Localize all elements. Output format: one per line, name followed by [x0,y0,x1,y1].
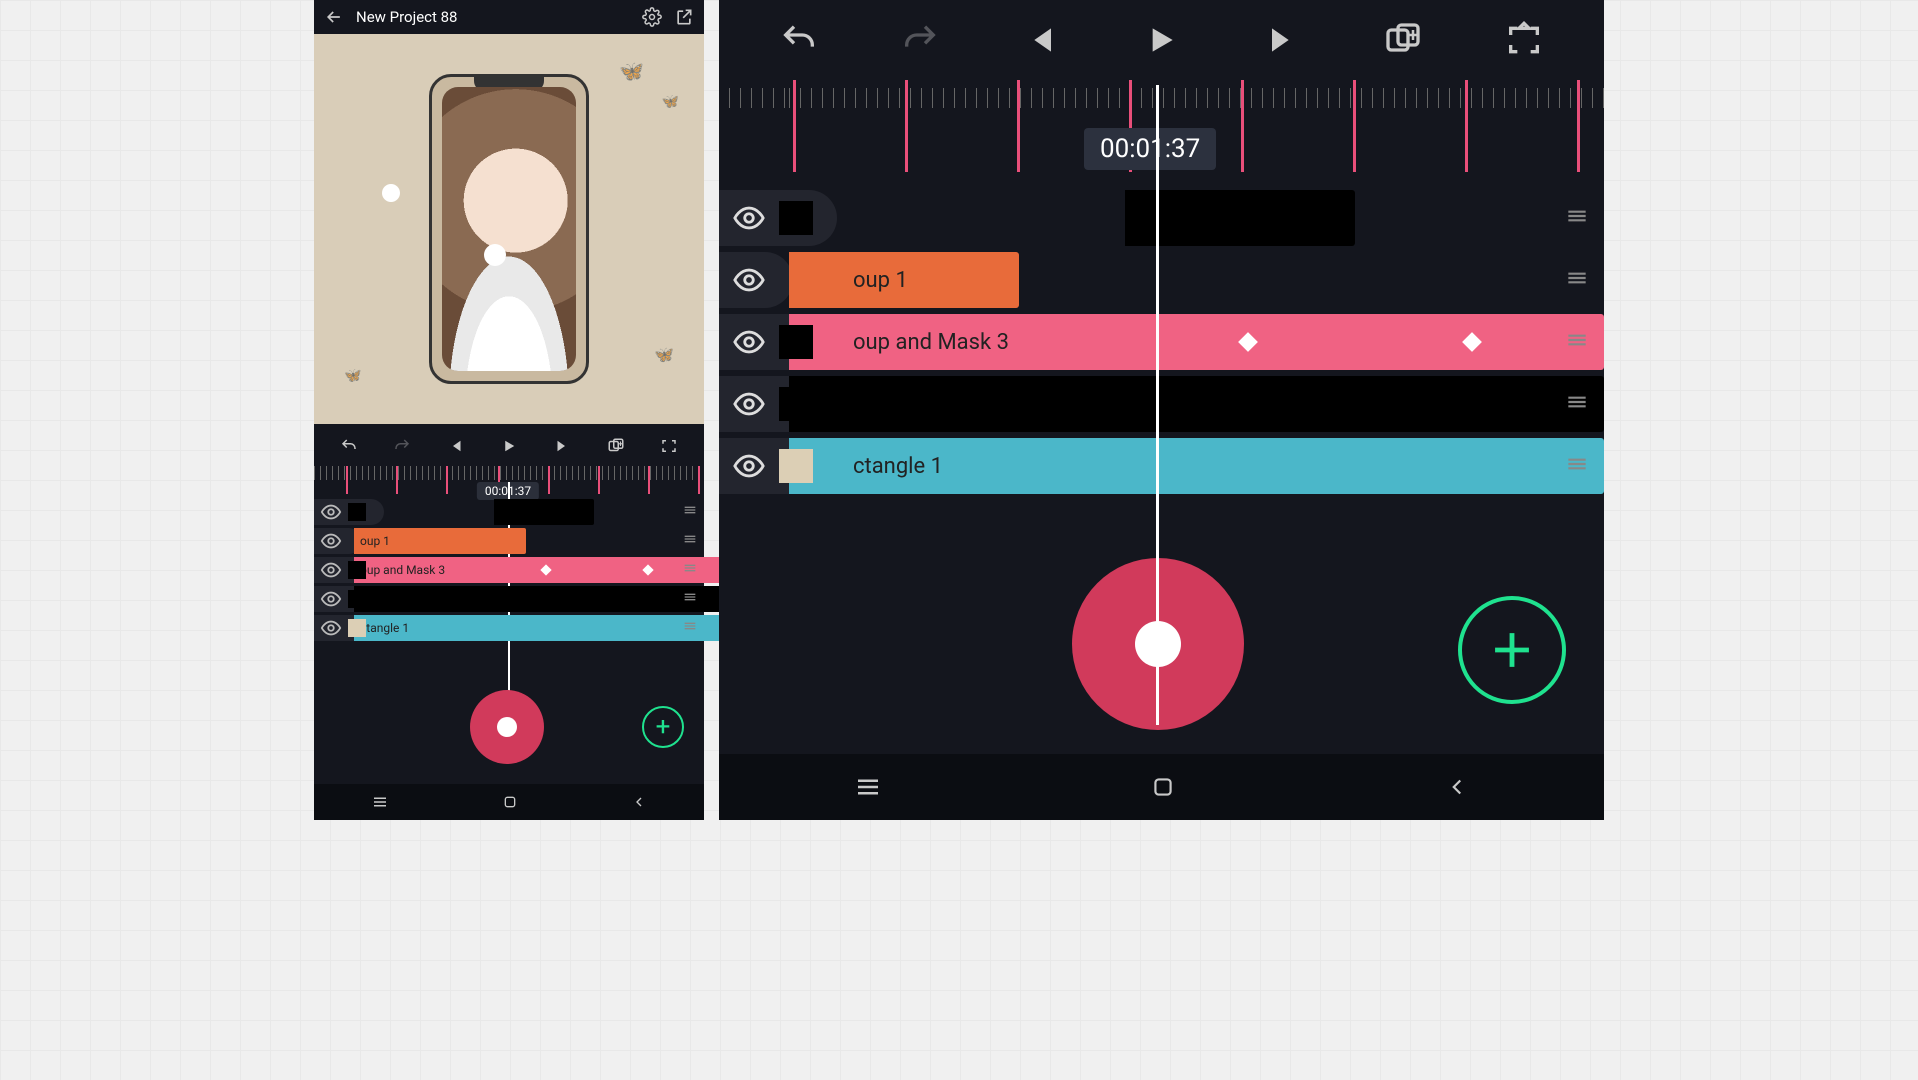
drag-handle-icon[interactable] [1564,389,1590,420]
butterfly-icon: 🦋 [344,368,361,384]
play-icon[interactable] [500,437,518,455]
visibility-eye-icon[interactable] [314,617,348,639]
nav-home-icon[interactable] [502,794,518,810]
preview-canvas[interactable]: 🦋 🦋 🦋 🦋 [314,34,704,424]
track-row[interactable] [314,499,704,525]
nav-back-icon[interactable] [631,794,647,810]
drag-handle-icon[interactable] [682,502,698,522]
track-label: ctangle 1 [799,454,943,479]
track-row[interactable]: oup 1 [719,252,1604,308]
export-icon[interactable] [674,7,694,27]
drag-handle-icon[interactable] [682,531,698,551]
track-clip[interactable] [789,376,1604,432]
track-label: oup and Mask 3 [799,330,1009,355]
visibility-eye-icon[interactable] [314,559,348,581]
playhead[interactable] [1156,85,1159,725]
drag-handle-icon[interactable] [682,618,698,638]
add-frame-icon[interactable] [607,437,625,455]
fullscreen-icon[interactable] [1504,20,1544,60]
visibility-eye-icon[interactable] [719,201,779,235]
track-swatch [779,325,813,359]
track-swatch [779,387,813,421]
track-swatch [779,201,813,235]
particle-dot [484,244,506,266]
redo-icon[interactable] [393,437,411,455]
nav-back-icon[interactable] [1444,774,1470,800]
visibility-eye-icon[interactable] [314,501,348,523]
visibility-eye-icon[interactable] [719,325,779,359]
track-clip[interactable]: ctangle 1 [789,438,1604,494]
redo-icon[interactable] [900,20,940,60]
drag-handle-icon[interactable] [1564,265,1590,296]
track-clip[interactable]: oup 1 [789,252,1019,308]
nav-menu-icon[interactable] [371,793,389,811]
skip-end-icon[interactable] [553,437,571,455]
track-label: oup 1 [799,268,908,293]
phone-frame [429,74,589,384]
add-layer-button[interactable] [1458,596,1566,704]
timeline-small: 00:01:37 oup 1oup and Mask 3ctangle 1 + [314,424,704,784]
track-clip[interactable] [494,499,594,525]
track-row[interactable]: ctangle 1 [719,438,1604,494]
undo-icon[interactable] [779,20,819,60]
drag-handle-icon[interactable] [682,560,698,580]
visibility-eye-icon[interactable] [719,449,779,483]
track-swatch [348,561,366,579]
add-frame-icon[interactable] [1383,20,1423,60]
topbar: New Project 88 [314,0,704,34]
fullscreen-icon[interactable] [660,437,678,455]
track-row[interactable] [719,376,1604,432]
drag-handle-icon[interactable] [682,589,698,609]
track-label: ctangle 1 [360,621,409,635]
track-clip[interactable]: oup 1 [354,528,526,554]
project-title: New Project 88 [356,8,457,26]
track-swatch [348,619,366,637]
track-row[interactable] [719,190,1604,246]
track-row[interactable]: oup and Mask 3 [314,557,704,583]
track-label: oup and Mask 3 [360,563,445,577]
track-swatch [348,590,366,608]
butterfly-icon: 🦋 [619,59,644,83]
settings-icon[interactable] [642,7,662,27]
right-panel: 00:01:37 oup 1 oup and Mask 3 ctangle 1 [719,0,1604,820]
drag-handle-icon[interactable] [1564,327,1590,358]
add-layer-button[interactable]: + [642,706,684,748]
record-button[interactable] [470,690,544,764]
time-indicator: 00:01:37 [1084,128,1216,170]
visibility-eye-icon[interactable] [314,530,348,552]
particle-dot [382,184,400,202]
visibility-eye-icon[interactable] [314,588,348,610]
skip-start-icon[interactable] [447,437,465,455]
back-icon[interactable] [324,7,344,27]
drag-handle-icon[interactable] [1564,203,1590,234]
track-label: oup 1 [360,534,390,548]
track-row[interactable]: ctangle 1 [314,615,704,641]
nav-menu-icon[interactable] [853,772,883,802]
play-icon[interactable] [1141,20,1181,60]
visibility-eye-icon[interactable] [719,387,779,421]
left-panel: New Project 88 🦋 🦋 🦋 🦋 [314,0,704,820]
track-row[interactable]: oup and Mask 3 [719,314,1604,370]
android-nav [719,754,1604,820]
track-row[interactable]: oup 1 [314,528,704,554]
skip-start-icon[interactable] [1021,20,1061,60]
butterfly-icon: 🦋 [654,345,674,364]
track-swatch [779,449,813,483]
android-nav [314,784,704,820]
visibility-eye-icon[interactable] [719,263,779,297]
undo-icon[interactable] [340,437,358,455]
nav-home-icon[interactable] [1150,774,1176,800]
track-clip[interactable] [1125,190,1355,246]
drag-handle-icon[interactable] [1564,451,1590,482]
skip-end-icon[interactable] [1262,20,1302,60]
track-swatch [348,503,366,521]
butterfly-icon: 🦋 [662,94,679,110]
track-row[interactable] [314,586,704,612]
